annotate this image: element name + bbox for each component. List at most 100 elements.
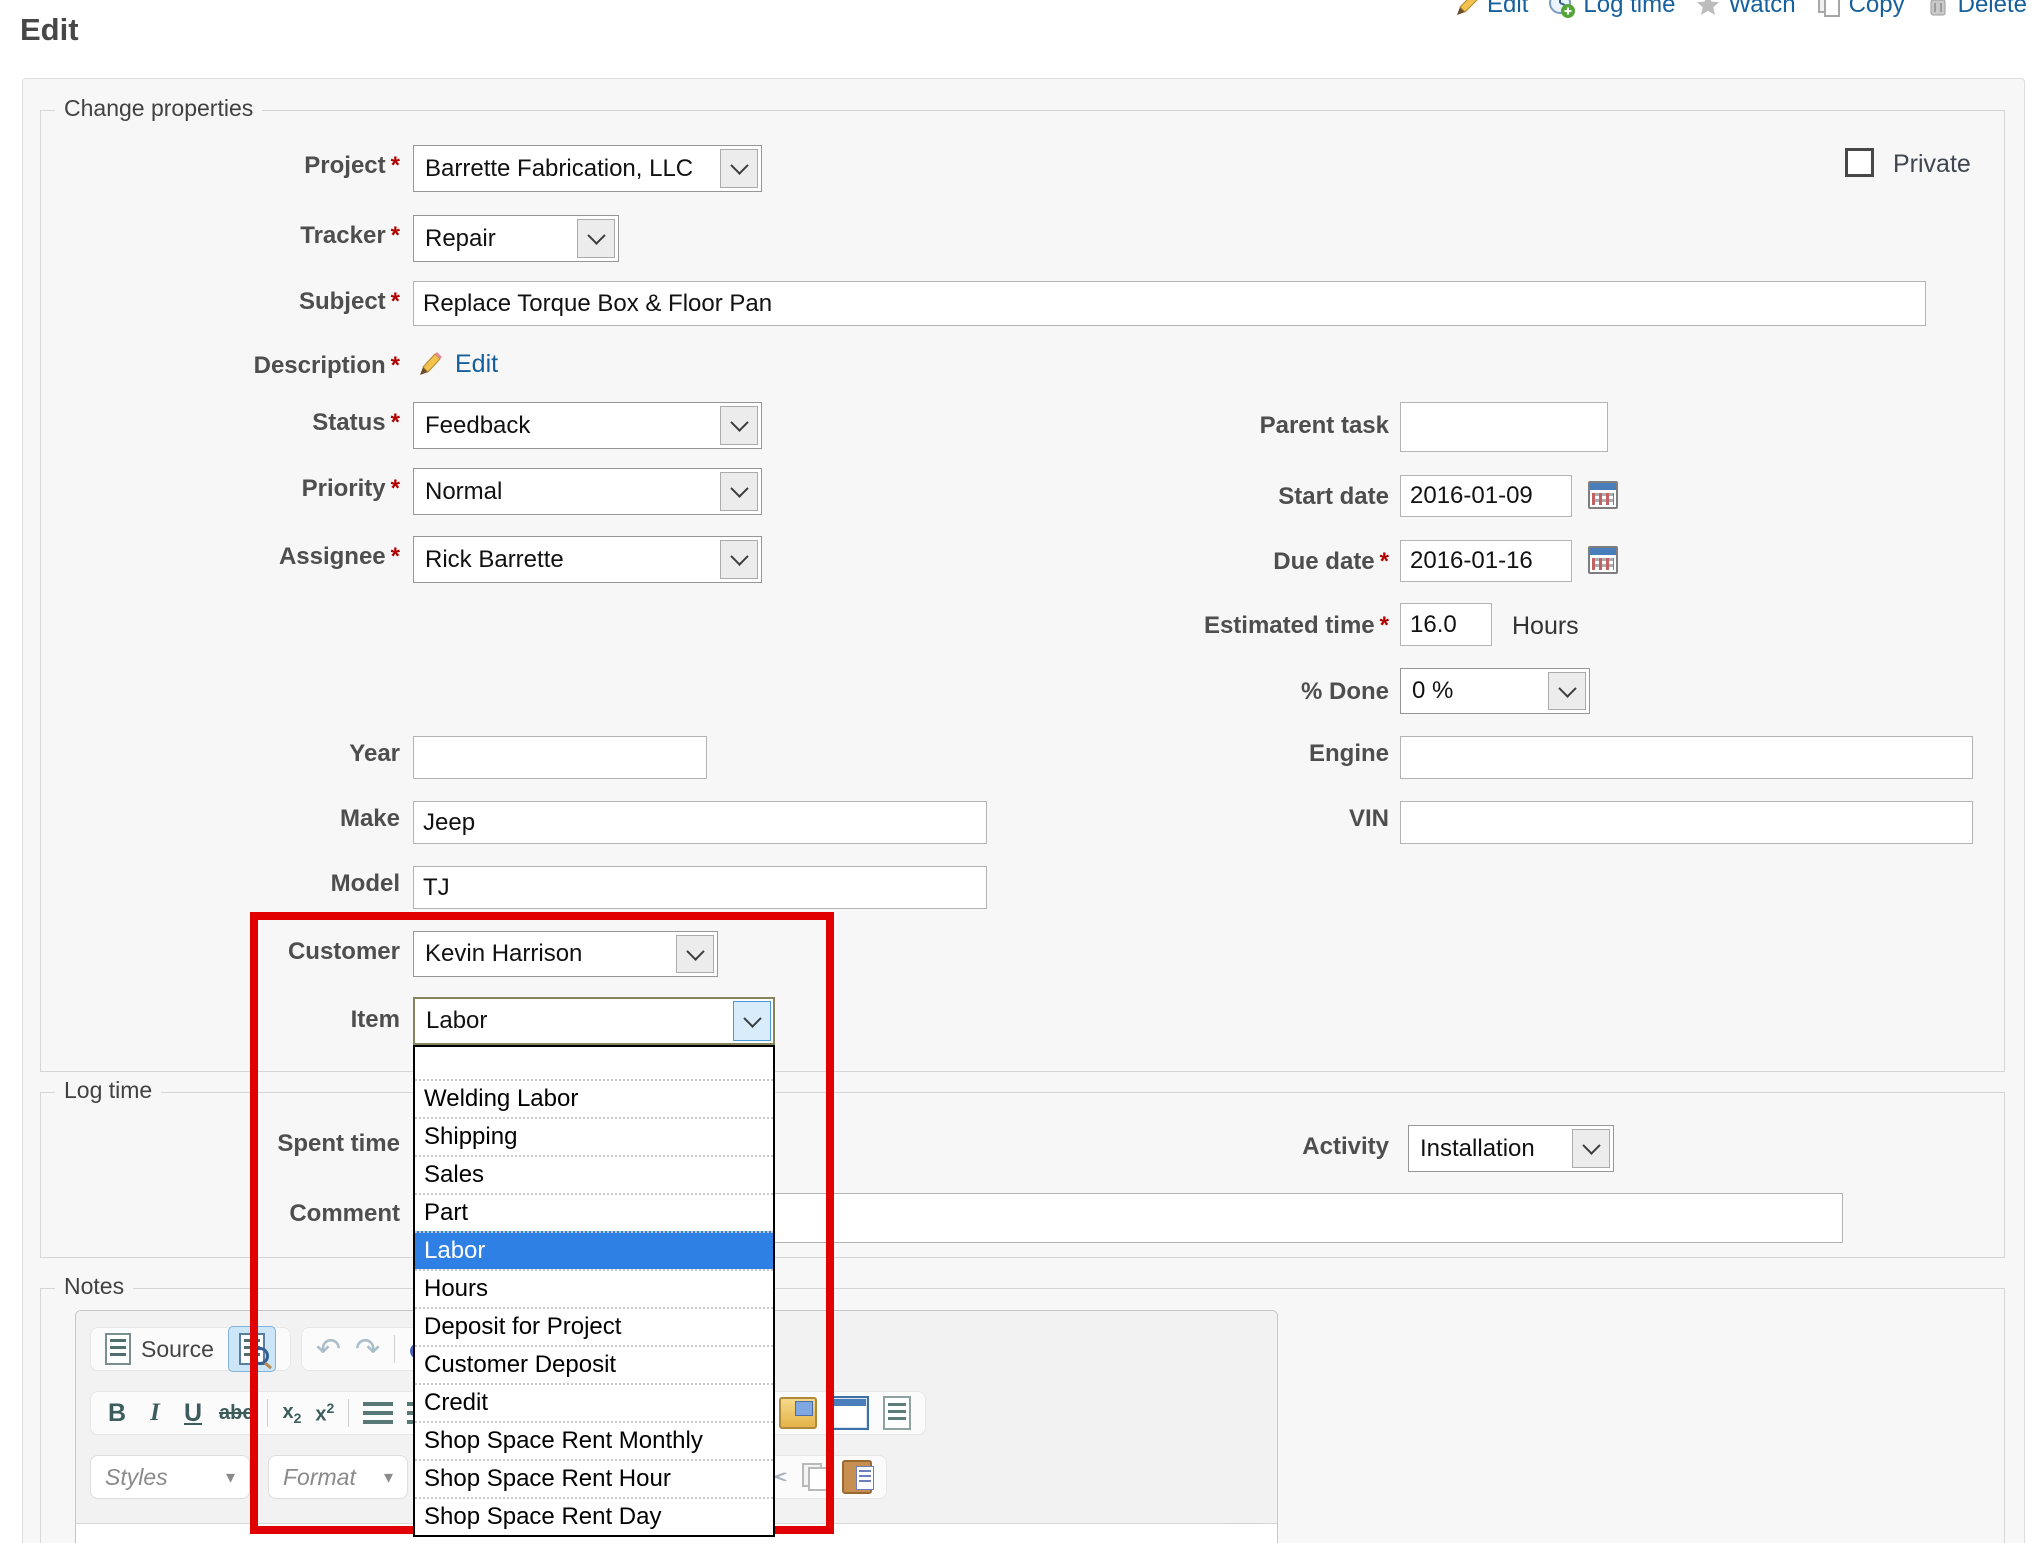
copy-action[interactable]: Copy xyxy=(1816,0,1905,19)
dropdown-option[interactable]: Shop Space Rent Monthly xyxy=(415,1421,773,1459)
chevron-down-icon[interactable] xyxy=(720,472,758,511)
styles-dropdown[interactable]: Styles▾ xyxy=(90,1455,250,1499)
chevron-down-icon[interactable] xyxy=(1548,672,1586,710)
watch-action[interactable]: Watch xyxy=(1695,0,1795,19)
copy-icon xyxy=(1816,0,1842,18)
status-label: Status* xyxy=(40,409,400,437)
make-label: Make xyxy=(40,805,400,833)
change-properties-fieldset: Change properties xyxy=(40,110,2005,1072)
chevron-down-icon[interactable] xyxy=(676,935,714,973)
clock-plus-icon xyxy=(1548,0,1576,19)
chevron-down-icon[interactable] xyxy=(733,1001,771,1041)
dropdown-option[interactable]: Part xyxy=(415,1193,773,1231)
vin-input[interactable] xyxy=(1400,801,1973,844)
undo-icon[interactable]: ↶ xyxy=(316,1332,341,1367)
description-edit-link[interactable]: Edit xyxy=(455,350,498,379)
percent-done-label: % Done xyxy=(1049,678,1389,706)
strikethrough-button[interactable]: abc xyxy=(219,1402,253,1425)
engine-input[interactable] xyxy=(1400,736,1973,779)
magnifier-icon xyxy=(251,1347,269,1365)
estimated-time-label: Estimated time* xyxy=(1049,612,1389,640)
log-time-action-label: Log time xyxy=(1583,0,1675,19)
edit-action-label: Edit xyxy=(1487,0,1528,19)
subject-label: Subject* xyxy=(40,288,400,316)
dropdown-option[interactable]: Customer Deposit xyxy=(415,1345,773,1383)
preview-button[interactable] xyxy=(228,1326,276,1372)
description-label: Description* xyxy=(40,352,400,380)
watch-action-label: Watch xyxy=(1728,0,1795,19)
due-date-label: Due date* xyxy=(1049,548,1389,576)
dropdown-option[interactable] xyxy=(415,1047,773,1079)
percent-done-select[interactable]: 0 % xyxy=(1400,668,1590,714)
delete-action-label: Delete xyxy=(1958,0,2027,19)
dropdown-option-selected[interactable]: Labor xyxy=(415,1231,773,1269)
chevron-down-icon[interactable] xyxy=(720,406,758,445)
dropdown-option[interactable]: Welding Labor xyxy=(415,1079,773,1117)
pencil-icon xyxy=(416,348,444,378)
copy-icon[interactable] xyxy=(802,1463,828,1491)
superscript-button[interactable]: x2 xyxy=(315,1400,334,1427)
item-dropdown-list: Welding Labor Shipping Sales Part Labor … xyxy=(413,1045,775,1537)
copy-action-label: Copy xyxy=(1849,0,1905,19)
activity-select[interactable]: Installation xyxy=(1408,1125,1614,1172)
year-input[interactable] xyxy=(413,736,707,779)
project-label: Project* xyxy=(40,152,400,180)
dropdown-option[interactable]: Credit xyxy=(415,1383,773,1421)
trash-icon xyxy=(1925,0,1951,18)
vin-label: VIN xyxy=(1049,805,1389,833)
table-icon[interactable] xyxy=(831,1396,869,1430)
context-toolbar: Edit Log time Watch Copy Delete xyxy=(1454,0,2027,19)
parent-task-input[interactable] xyxy=(1400,402,1608,452)
make-input[interactable] xyxy=(413,801,987,844)
bold-button[interactable]: B xyxy=(105,1399,129,1428)
subject-input[interactable] xyxy=(413,281,1926,326)
edit-action[interactable]: Edit xyxy=(1454,0,1528,19)
page-title: Edit xyxy=(20,12,79,48)
due-date-input[interactable] xyxy=(1400,540,1572,582)
calendar-icon[interactable] xyxy=(1588,546,1618,574)
spent-time-label: Spent time xyxy=(40,1130,400,1158)
calendar-icon[interactable] xyxy=(1588,481,1618,509)
customer-label: Customer xyxy=(40,938,400,966)
dropdown-option[interactable]: Shipping xyxy=(415,1117,773,1155)
paste-icon[interactable] xyxy=(842,1460,872,1494)
tracker-select[interactable]: Repair xyxy=(413,215,619,262)
priority-label: Priority* xyxy=(40,475,400,503)
item-select[interactable]: Labor xyxy=(413,997,775,1045)
chevron-down-icon[interactable] xyxy=(1572,1129,1610,1168)
estimated-time-input[interactable] xyxy=(1400,603,1492,646)
chevron-down-icon[interactable] xyxy=(720,540,758,579)
underline-button[interactable]: U xyxy=(181,1399,205,1428)
start-date-input[interactable] xyxy=(1400,475,1572,517)
activity-label: Activity xyxy=(1049,1133,1389,1161)
parent-task-label: Parent task xyxy=(1049,412,1389,440)
customer-select[interactable]: Kevin Harrison xyxy=(413,931,718,977)
project-select[interactable]: Barrette Fabrication, LLC xyxy=(413,145,762,192)
subscript-button[interactable]: x2 xyxy=(282,1401,301,1426)
status-select[interactable]: Feedback xyxy=(413,402,762,449)
dropdown-option[interactable]: Shop Space Rent Day xyxy=(415,1497,773,1535)
chevron-down-icon[interactable] xyxy=(720,149,758,188)
numbered-list-icon[interactable] xyxy=(363,1402,393,1424)
delete-action[interactable]: Delete xyxy=(1925,0,2027,19)
log-time-action[interactable]: Log time xyxy=(1548,0,1675,19)
priority-select[interactable]: Normal xyxy=(413,468,762,515)
redo-icon[interactable]: ↷ xyxy=(355,1332,380,1367)
private-label: Private xyxy=(1893,150,1971,179)
horizontal-rule-icon[interactable] xyxy=(883,1396,911,1430)
source-icon xyxy=(105,1333,131,1365)
chevron-down-icon[interactable] xyxy=(577,219,615,258)
italic-button[interactable]: I xyxy=(143,1399,167,1427)
engine-label: Engine xyxy=(1049,740,1389,768)
hours-suffix: Hours xyxy=(1512,612,1579,641)
dropdown-option[interactable]: Shop Space Rent Hour xyxy=(415,1459,773,1497)
model-input[interactable] xyxy=(413,866,987,909)
dropdown-option[interactable]: Sales xyxy=(415,1155,773,1193)
source-button[interactable]: Source xyxy=(105,1333,214,1365)
format-dropdown[interactable]: Format▾ xyxy=(268,1455,408,1499)
private-checkbox[interactable] xyxy=(1845,148,1874,177)
dropdown-option[interactable]: Hours xyxy=(415,1269,773,1307)
image-icon[interactable] xyxy=(779,1397,817,1429)
dropdown-option[interactable]: Deposit for Project xyxy=(415,1307,773,1345)
assignee-select[interactable]: Rick Barrette xyxy=(413,536,762,583)
